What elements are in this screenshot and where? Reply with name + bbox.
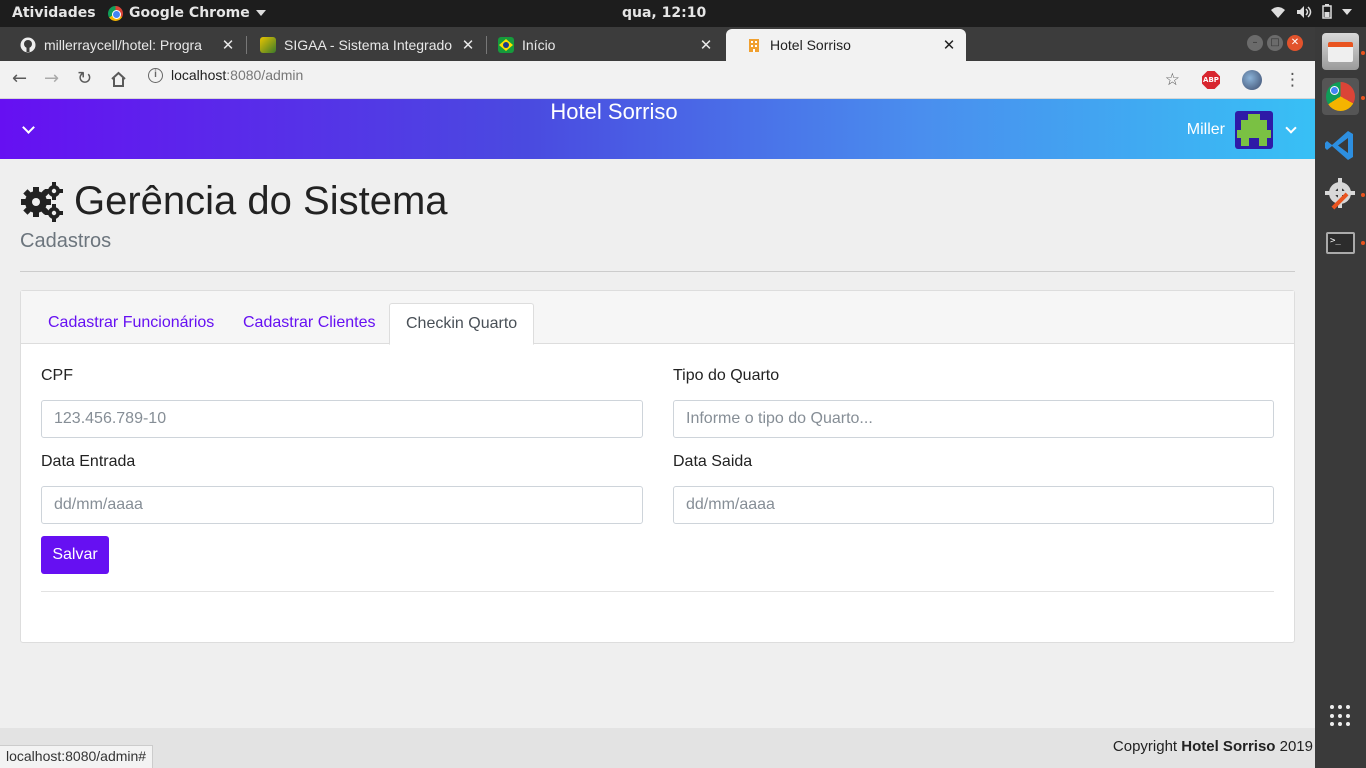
app-navbar: Hotel Sorriso Miller	[0, 99, 1315, 159]
site-info-icon[interactable]: i	[148, 67, 163, 83]
copyright-brand: Hotel Sorriso	[1181, 738, 1276, 755]
tab-cadastrar-funcionarios[interactable]: Cadastrar Funcionários	[32, 303, 230, 345]
adblock-plus-icon[interactable]: ABP	[1202, 71, 1220, 89]
minimize-window-icon[interactable]: –	[1247, 35, 1263, 51]
ubuntu-dock: >_	[1315, 27, 1366, 768]
terminal-icon: >_	[1326, 232, 1355, 254]
close-window-icon[interactable]: ✕	[1287, 35, 1303, 51]
close-tab-icon[interactable]: ✕	[695, 36, 717, 54]
url-text: localhost:8080/admin	[171, 67, 303, 83]
vscode-app-icon[interactable]	[1322, 127, 1359, 164]
volume-icon	[1297, 5, 1312, 18]
extension-icon[interactable]	[1242, 70, 1262, 90]
copyright-prefix: Copyright	[1112, 738, 1182, 755]
home-icon[interactable]	[110, 71, 127, 87]
running-indicator	[1361, 51, 1365, 55]
cpf-label: CPF	[41, 367, 73, 384]
chrome-menu-icon[interactable]: ⋮	[1284, 70, 1301, 90]
system-tray[interactable]	[1270, 4, 1352, 19]
browser-toolbar: ← → ↻ i localhost:8080/admin ☆ ABP ⋮	[0, 61, 1315, 99]
system-top-bar: Atividades Google Chrome qua, 12:10	[0, 0, 1366, 27]
page-footer: Copyright Hotel Sorriso 2019	[0, 728, 1315, 768]
url-path: :8080/admin	[226, 67, 304, 83]
hotel-icon	[749, 39, 759, 52]
close-tab-icon[interactable]: ✕	[457, 36, 479, 54]
close-tab-icon[interactable]: ✕	[938, 36, 960, 54]
tipo-quarto-label: Tipo do Quarto	[673, 367, 780, 384]
files-app-icon[interactable]	[1322, 33, 1359, 70]
chrome-app-icon[interactable]	[1322, 78, 1359, 115]
tab-title: Início	[522, 37, 556, 53]
url-host: localhost	[171, 67, 227, 83]
copyright-text: Copyright Hotel Sorriso 2019	[1113, 738, 1313, 755]
brazil-flag-icon	[498, 37, 514, 53]
maximize-window-icon[interactable]: □	[1267, 35, 1283, 51]
browser-tab-hotel-sorriso[interactable]: Hotel Sorriso ✕	[726, 29, 966, 61]
show-applications-icon[interactable]	[1330, 705, 1352, 727]
back-arrow-icon[interactable]: ←	[12, 68, 27, 89]
data-saida-input[interactable]	[673, 486, 1274, 524]
data-entrada-group: Data Entrada	[41, 453, 643, 524]
copyright-year: 2019	[1275, 738, 1313, 755]
system-menu-caret-icon	[1342, 8, 1352, 15]
chrome-icon	[108, 5, 123, 21]
tab-checkin-quarto[interactable]: Checkin Quarto	[389, 303, 535, 345]
chevron-down-icon	[1285, 122, 1297, 134]
wifi-icon	[1271, 6, 1285, 18]
registration-card: Cadastrar Funcionários Cadastrar Cliente…	[20, 290, 1295, 643]
page-subtitle: Cadastros	[20, 230, 112, 252]
app-menu-label: Google Chrome	[129, 5, 250, 21]
toolbar-actions: ☆ ABP ⋮	[1165, 70, 1301, 90]
settings-app-icon[interactable]	[1322, 175, 1359, 212]
browser-tab-strip: millerraycell/hotel: Progra ✕ SIGAA - Si…	[0, 27, 1315, 81]
forward-arrow-icon[interactable]: →	[44, 68, 59, 89]
link-status-bubble: localhost:8080/admin#	[0, 745, 154, 768]
terminal-app-icon[interactable]: >_	[1322, 225, 1359, 262]
form-divider	[41, 591, 1274, 592]
battery-icon	[1322, 4, 1332, 19]
close-tab-icon[interactable]: ✕	[217, 36, 239, 54]
tab-title: SIGAA - Sistema Integrado	[284, 37, 453, 53]
browser-tab-inicio[interactable]: Início ✕	[478, 29, 723, 61]
gears-icon	[21, 181, 63, 222]
avatar	[1235, 111, 1273, 149]
running-indicator	[1361, 241, 1365, 245]
user-menu[interactable]: Miller	[1186, 111, 1297, 149]
caret-down-icon	[255, 10, 266, 16]
page-title: Gerência do Sistema	[20, 179, 448, 224]
data-entrada-input[interactable]	[41, 486, 643, 524]
bookmark-star-icon[interactable]: ☆	[1165, 70, 1180, 90]
running-indicator	[1361, 193, 1365, 197]
browser-tab-sigaa[interactable]: SIGAA - Sistema Integrado ✕	[240, 29, 485, 61]
cpf-group: CPF	[41, 367, 643, 438]
running-indicator	[1361, 96, 1365, 100]
sigaa-icon	[260, 37, 276, 53]
vscode-icon	[1325, 131, 1353, 160]
app-menu[interactable]: Google Chrome	[108, 5, 266, 21]
data-entrada-label: Data Entrada	[41, 453, 136, 470]
cpf-input[interactable]	[41, 400, 643, 438]
address-bar[interactable]: i localhost:8080/admin	[148, 67, 303, 83]
browser-tab-github[interactable]: millerraycell/hotel: Progra ✕	[0, 29, 245, 61]
tab-title: Hotel Sorriso	[770, 37, 851, 53]
data-saida-label: Data Saida	[673, 453, 753, 470]
data-saida-group: Data Saida	[673, 453, 1274, 524]
activities-button[interactable]: Atividades	[12, 5, 96, 21]
chrome-icon	[1326, 82, 1355, 111]
tipo-quarto-group: Tipo do Quarto	[673, 367, 1274, 438]
user-name: Miller	[1186, 121, 1225, 138]
tipo-quarto-input[interactable]	[673, 400, 1274, 438]
divider	[20, 271, 1295, 272]
tab-title: millerraycell/hotel: Progra	[44, 37, 202, 53]
tab-cadastrar-clientes[interactable]: Cadastrar Clientes	[227, 303, 392, 345]
reload-icon[interactable]: ↻	[77, 68, 92, 89]
window-controls: – □ ✕	[1247, 35, 1303, 51]
save-button[interactable]: Salvar	[41, 536, 109, 574]
navbar-brand[interactable]: Hotel Sorriso	[0, 99, 1228, 125]
github-icon	[20, 37, 36, 53]
settings-gear-icon	[1325, 178, 1355, 210]
system-clock[interactable]: qua, 12:10	[622, 5, 706, 21]
card-tabs: Cadastrar Funcionários Cadastrar Cliente…	[21, 291, 1294, 345]
page-title-text: Gerência do Sistema	[74, 179, 448, 223]
